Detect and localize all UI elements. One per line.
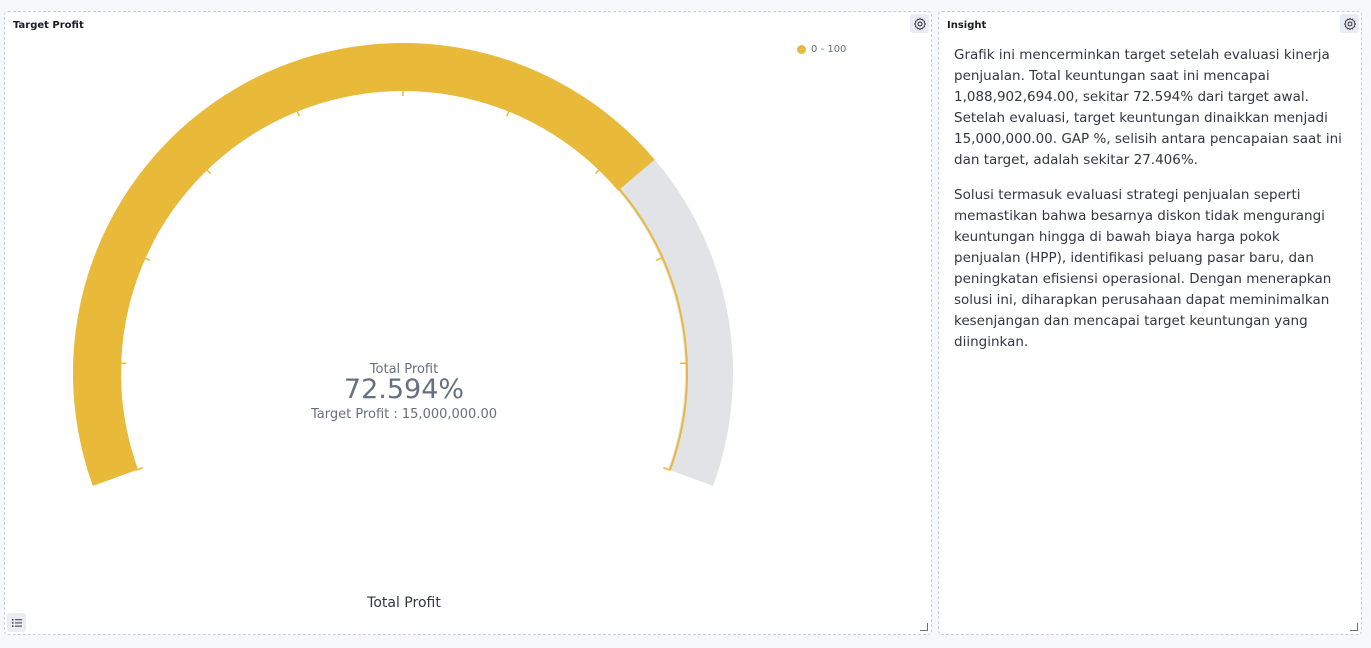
gear-icon <box>1343 17 1356 30</box>
panel-title: Insight <box>947 20 987 31</box>
legend-toggle-button[interactable] <box>7 613 26 632</box>
gauge-target-label: Target Profit : 15,000,000.00 <box>310 407 497 422</box>
gauge-chart <box>72 42 733 486</box>
insight-paragraph: Grafik ini mencerminkan target setelah e… <box>954 47 1342 168</box>
insight-paragraph: Solusi termasuk evaluasi strategi penjua… <box>954 187 1332 350</box>
gauge-tick <box>205 168 212 175</box>
insight-text: Grafik ini mencerminkan target setelah e… <box>954 45 1347 367</box>
panel-settings-button[interactable] <box>1340 14 1359 33</box>
panel-resize-handle[interactable] <box>920 623 928 631</box>
target-profit-panel: Target Profit 0 - 100 Total Profit 72.59… <box>4 11 932 635</box>
list-icon <box>11 618 22 627</box>
chart-footer-label: Total Profit <box>367 595 441 611</box>
panel-resize-handle[interactable] <box>1350 623 1358 631</box>
gauge-value: 72.594% <box>343 374 465 405</box>
insight-panel: Insight Grafik ini mencerminkan target s… <box>938 11 1362 635</box>
gauge-tick <box>594 168 601 175</box>
